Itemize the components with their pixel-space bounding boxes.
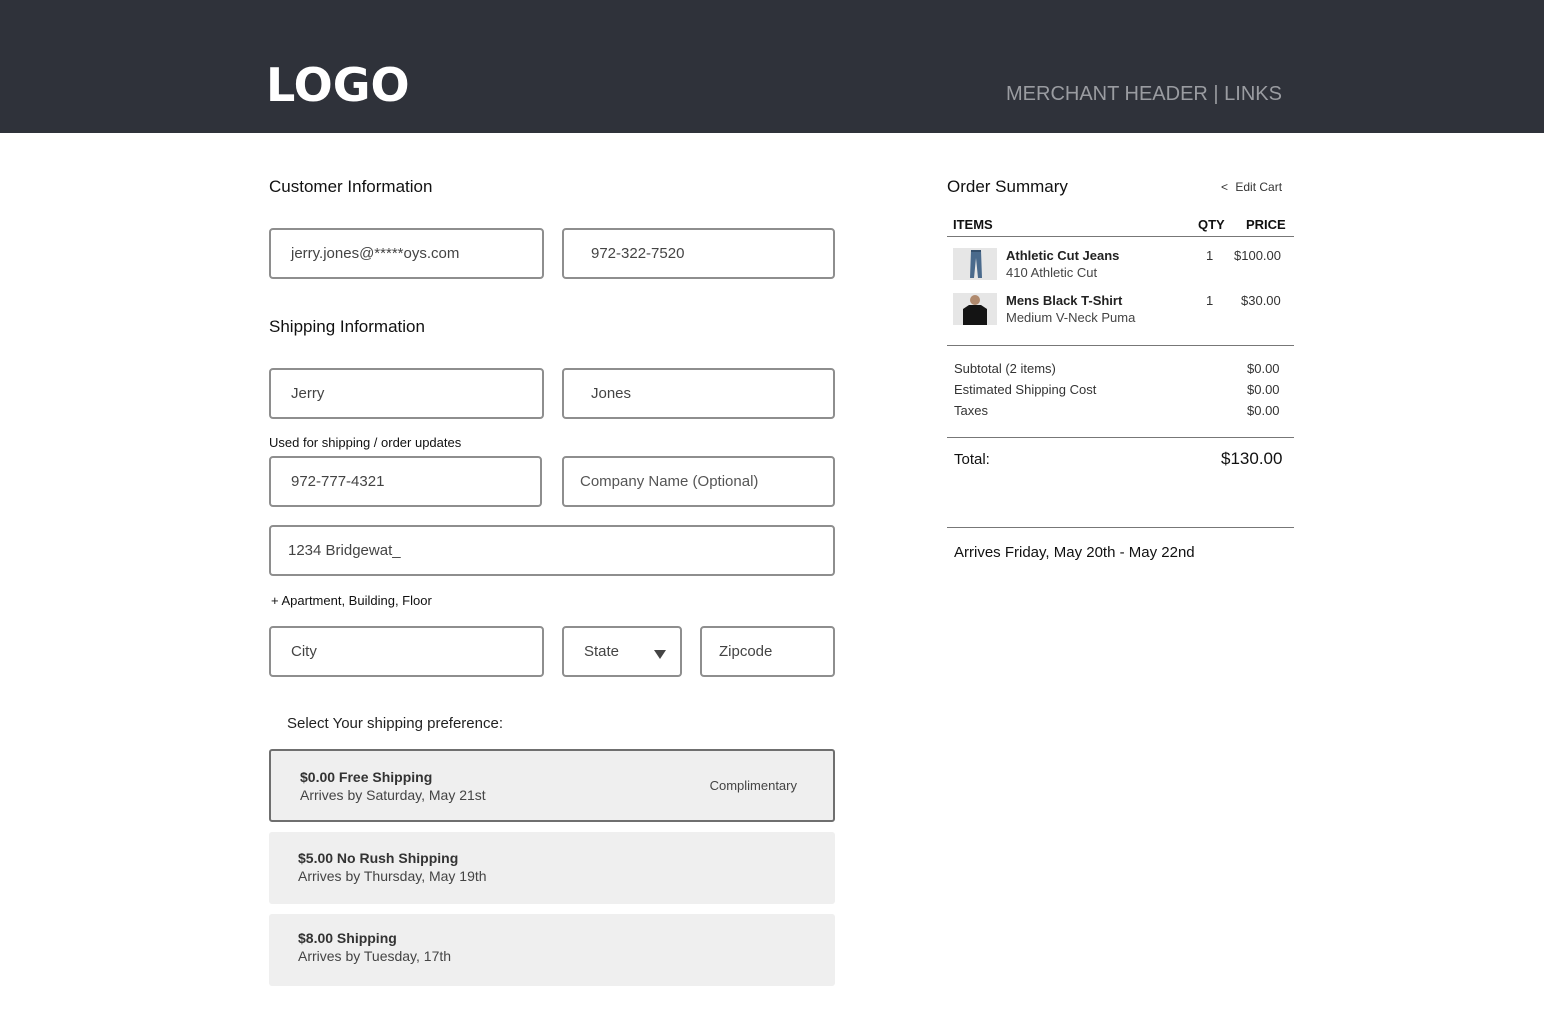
jeans-thumbnail-icon: [953, 248, 997, 280]
item-variant: 410 Athletic Cut: [1006, 265, 1098, 280]
chevron-left-icon: <: [1221, 180, 1229, 194]
price-column-header: PRICE: [1246, 217, 1286, 232]
item-name: Athletic Cut Jeans: [1006, 248, 1120, 263]
shipping-option-arrival: Arrives by Tuesday, 17th: [298, 948, 452, 964]
address-value: 1234 Bridgewat_: [288, 542, 401, 559]
company-name-placeholder: Company Name (Optional): [580, 473, 759, 490]
customer-phone-field[interactable]: 972-322-7520: [562, 228, 835, 279]
shipping-cost-value: $0.00: [1247, 382, 1280, 397]
email-field[interactable]: jerry.jones@*****oys.com: [269, 228, 544, 279]
shipping-info-title: Shipping Information: [269, 317, 425, 336]
first-name-value: Jerry: [291, 385, 325, 402]
arrival-divider: [947, 527, 1294, 528]
city-placeholder: City: [291, 643, 317, 660]
subtotal-label: Subtotal (2 items): [954, 361, 1056, 376]
shipping-option-tag: Complimentary: [709, 778, 797, 793]
edit-cart-label: Edit Cart: [1235, 180, 1283, 194]
phone-note: Used for shipping / order updates: [269, 435, 462, 450]
first-name-field[interactable]: Jerry: [269, 368, 544, 419]
item-qty: 1: [1206, 248, 1214, 263]
totals-divider: [947, 437, 1294, 438]
qty-column-header: QTY: [1198, 217, 1225, 232]
shipping-cost-label: Estimated Shipping Cost: [954, 382, 1097, 397]
item-variant: Medium V-Neck Puma: [1006, 310, 1136, 325]
state-value: State: [584, 643, 620, 660]
shipping-phone-field[interactable]: 972-777-4321: [269, 456, 542, 507]
last-name-field[interactable]: Jones: [562, 368, 835, 419]
shipping-option-title: $0.00 Free Shipping: [300, 769, 433, 785]
taxes-label: Taxes: [954, 403, 988, 418]
merchant-header-links[interactable]: MERCHANT HEADER | LINKS: [1006, 83, 1282, 106]
dropdown-arrow-icon: [654, 650, 666, 659]
items-column-header: ITEMS: [953, 217, 993, 232]
item-price: $30.00: [1241, 293, 1281, 308]
edit-cart-link[interactable]: < Edit Cart: [1221, 180, 1282, 194]
shipping-preference-title: Select Your shipping preference:: [287, 715, 503, 732]
item-qty: 1: [1206, 293, 1214, 308]
last-name-value: Jones: [591, 385, 632, 402]
shipping-option-title: $8.00 Shipping: [298, 930, 397, 946]
tshirt-thumbnail-icon: [953, 293, 997, 325]
shipping-option-title: $5.00 No Rush Shipping: [298, 850, 459, 866]
subtotal-value: $0.00: [1247, 361, 1280, 376]
state-select[interactable]: State: [562, 626, 682, 677]
customer-info-title: Customer Information: [269, 177, 433, 196]
merchant-header-bar: LOGO MERCHANT HEADER | LINKS: [0, 0, 1544, 133]
order-summary-title: Order Summary: [947, 177, 1068, 196]
add-apartment-link[interactable]: + Apartment, Building, Floor: [271, 593, 432, 608]
zipcode-field[interactable]: Zipcode: [700, 626, 835, 677]
shipping-option-no-rush[interactable]: $5.00 No Rush Shipping Arrives by Thursd…: [269, 832, 835, 904]
zipcode-placeholder: Zipcode: [719, 643, 773, 660]
shipping-option-arrival: Arrives by Thursday, May 19th: [298, 868, 487, 884]
items-divider: [947, 345, 1294, 346]
item-name: Mens Black T-Shirt: [1006, 293, 1123, 308]
address-field[interactable]: 1234 Bridgewat_: [269, 525, 835, 576]
customer-phone-value: 972-322-7520: [591, 245, 685, 262]
total-value: $130.00: [1221, 449, 1283, 468]
total-label: Total:: [954, 451, 990, 468]
summary-header-divider: [947, 236, 1294, 237]
company-name-field[interactable]: Company Name (Optional): [562, 456, 835, 507]
shipping-option-free[interactable]: $0.00 Free Shipping Arrives by Saturday,…: [269, 749, 835, 822]
shipping-phone-value: 972-777-4321: [291, 473, 385, 490]
shipping-option-standard[interactable]: $8.00 Shipping Arrives by Tuesday, 17th: [269, 914, 835, 986]
item-price: $100.00: [1234, 248, 1281, 263]
shipping-option-arrival: Arrives by Saturday, May 21st: [300, 787, 486, 803]
taxes-value: $0.00: [1247, 403, 1280, 418]
logo[interactable]: LOGO: [266, 58, 410, 112]
email-value: jerry.jones@*****oys.com: [291, 245, 460, 262]
arrival-estimate: Arrives Friday, May 20th - May 22nd: [954, 544, 1195, 561]
city-field[interactable]: City: [269, 626, 544, 677]
